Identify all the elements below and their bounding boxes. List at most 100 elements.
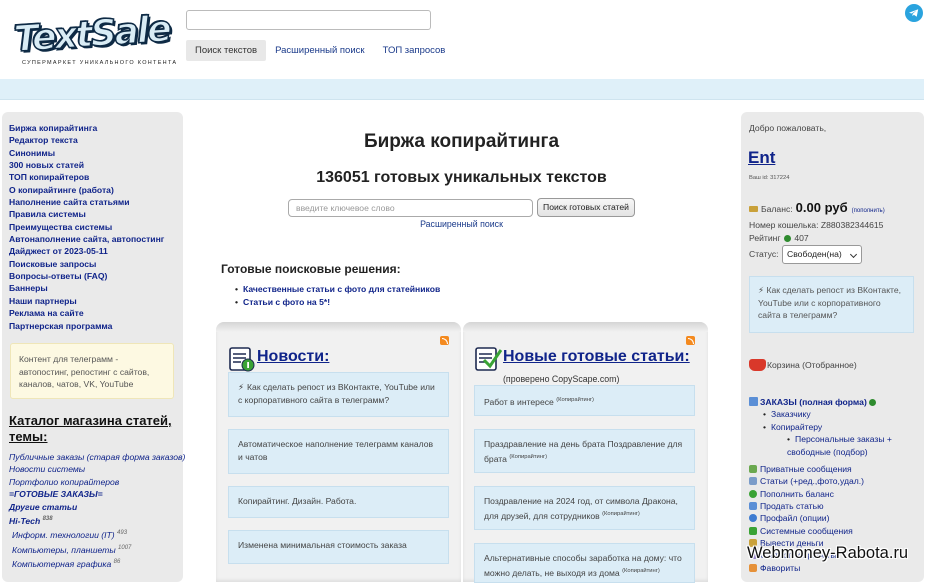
account-menu-item[interactable]: Системные сообщения	[749, 525, 864, 537]
left-menu-item[interactable]: Вопросы-ответы (FAQ)	[9, 270, 164, 282]
catalog-item[interactable]: Hi-Tech 838	[9, 513, 181, 527]
nav-search-texts[interactable]: Поиск текстов	[186, 40, 267, 61]
account-menu-item[interactable]: Приватные сообщения	[749, 463, 864, 475]
status-select[interactable]: Свободен(на)	[782, 245, 862, 264]
page-title: Биржа копирайтинга	[363, 131, 560, 152]
left-menu-item[interactable]: О копирайтинге (работа)	[9, 184, 164, 196]
left-menu-item[interactable]: Синонимы	[9, 147, 164, 159]
account-menu-item[interactable]: Пополнить баланс	[749, 488, 864, 500]
telegram-promo-box[interactable]: Контент для телеграмм - автопостинг, реп…	[10, 343, 174, 399]
balance-value: 0.00 руб	[795, 200, 848, 215]
article-card[interactable]: Альтернативные способы заработка на дому…	[474, 543, 695, 583]
rss-icon[interactable]	[440, 336, 449, 345]
menu-label: Пополнить баланс	[760, 488, 834, 499]
orders-link[interactable]: ЗАКАЗЫ (полная форма)	[749, 397, 877, 407]
watermark: Webmoney-Rabota.ru	[747, 544, 909, 562]
news-card[interactable]: Копирайтинг. Дизайн. Работа.	[228, 486, 449, 518]
left-menu-item[interactable]: Реклама на сайте	[9, 307, 164, 319]
left-menu-item[interactable]: Редактор текста	[9, 134, 164, 146]
advanced-search-link[interactable]: Расширенный поиск	[288, 219, 635, 229]
menu-label: Системные сообщения	[760, 525, 853, 536]
money-icon	[749, 489, 757, 498]
catalog-item-count: 86	[113, 558, 121, 565]
ready-solutions-title: Готовые поисковые решения:	[221, 262, 401, 276]
ready-solution-item[interactable]: Статьи с фото на 5*!	[235, 296, 440, 309]
page-subtitle: 136051 готовых уникальных текстов	[316, 169, 607, 186]
news-card[interactable]: ⚡ Как сделать репост из ВКонтакте, YouTub…	[228, 372, 449, 417]
catalog-item-count: 493	[117, 530, 128, 537]
account-menu-item[interactable]: Продать статью	[749, 500, 864, 512]
articles-title[interactable]: Новые готовые статьи:	[503, 348, 690, 366]
left-menu-item[interactable]: Наполнение сайта статьями	[9, 196, 164, 208]
account-menu-item[interactable]: Фавориты	[749, 562, 864, 574]
catalog-item-label: Компьютеры, планшеты	[12, 544, 116, 555]
orders-copywriter-link[interactable]: Копирайтеру	[763, 421, 822, 434]
site-logo[interactable]: TextSale СУПЕРМАРКЕТ УНИКАЛЬНОГО КОНТЕНТ…	[12, 8, 176, 72]
menu-label: Продать статью	[760, 501, 824, 512]
catalog-item[interactable]: Компьютеры, планшеты 1007	[9, 542, 181, 556]
left-menu-item[interactable]: Автонаполнение сайта, автопостинг	[9, 233, 164, 245]
system-messages-icon	[749, 526, 757, 535]
orders-sublist: Заказчику Копирайтеру	[763, 408, 822, 433]
news-card-text: Как сделать репост из ВКонтакте, YouTube…	[238, 382, 435, 405]
orders-sub-sublist: Персональные заказы + свободные (подбор)	[787, 433, 917, 458]
left-menu-item[interactable]: ТОП копирайтеров	[9, 171, 164, 183]
ready-solution-item[interactable]: Качественные статьи с фото для статейник…	[235, 283, 440, 296]
catalog-item[interactable]: Компьютерная графика 86	[9, 556, 181, 570]
balance-row: Баланс: 0.00 руб (пополнить)	[749, 200, 885, 215]
catalog-item[interactable]: Публичные заказы (старая форма заказов)	[9, 451, 185, 463]
news-title[interactable]: Новости:	[257, 348, 329, 366]
nav-top-queries[interactable]: ТОП запросов	[374, 40, 455, 61]
news-card[interactable]: Изменена минимальная стоимость заказа	[228, 530, 449, 564]
menu-label: Статьи (+ред.,фото,удал.)	[760, 476, 865, 487]
catalog-item[interactable]: Другие статьи	[9, 501, 181, 513]
left-menu-item[interactable]: Поисковые запросы	[9, 258, 164, 270]
catalog-item[interactable]: Портфолио копирайтеров	[9, 476, 181, 488]
repost-promo-box[interactable]: ⚡ Как сделать репост из ВКонтакте, YouTu…	[749, 276, 914, 333]
username-link[interactable]: Ent	[748, 148, 775, 168]
articles-icon	[749, 477, 757, 486]
article-card[interactable]: Поздравление на 2024 год, от символа Дра…	[474, 486, 695, 530]
news-card[interactable]: Автоматическое наполнение телеграмм кана…	[228, 429, 449, 474]
telegram-icon[interactable]	[905, 4, 923, 22]
profile-icon	[749, 514, 757, 523]
panel-header-strip	[463, 322, 708, 332]
rating-row: Рейтинг 407	[749, 233, 809, 243]
article-card[interactable]: Праздравление на день брата Поздравление…	[474, 429, 695, 473]
article-card[interactable]: Работ в интересе (Копирайтинг)	[474, 385, 695, 416]
article-tag: (Копирайтинг)	[602, 510, 640, 517]
status-label: Статус:	[749, 249, 779, 259]
wallet-number: Номер кошелька: Z880382344615	[749, 220, 884, 230]
nav-advanced-search[interactable]: Расширенный поиск	[266, 40, 373, 61]
rss-icon[interactable]	[686, 336, 695, 345]
article-card-text: Альтернативные способы заработка на дому…	[484, 553, 682, 578]
catalog-item-label: Hi-Tech	[9, 515, 41, 526]
article-tag: (Копирайтинг)	[556, 397, 594, 403]
header-nav: Поиск текстов Расширенный поиск ТОП запр…	[186, 40, 454, 61]
panel-header-strip	[216, 322, 461, 332]
left-menu-item[interactable]: Биржа копирайтинга	[9, 122, 164, 134]
catalog-item[interactable]: Информ. технологии (IT) 493	[9, 527, 181, 541]
news-card-text: Изменена минимальная стоимость заказа	[238, 540, 407, 550]
news-card-text: Копирайтинг. Дизайн. Работа.	[238, 496, 357, 506]
catalog-item[interactable]: Новости системы	[9, 463, 181, 475]
left-menu-item[interactable]: Наши партнеры	[9, 295, 164, 307]
orders-customer-link[interactable]: Заказчику	[763, 408, 822, 421]
account-menu-item[interactable]: Профайл (опции)	[749, 512, 864, 524]
keyword-search-input[interactable]: введите ключевое слово	[288, 199, 533, 217]
header-search-input[interactable]	[186, 10, 431, 30]
left-menu-item[interactable]: Партнерская программа	[9, 320, 164, 332]
left-menu-item[interactable]: 300 новых статей	[9, 159, 164, 171]
search-articles-button[interactable]: Поиск готовых статей	[537, 198, 635, 217]
left-menu-item[interactable]: Баннеры	[9, 282, 164, 294]
left-menu: Биржа копирайтинга Редактор текста Синон…	[9, 122, 164, 332]
personal-orders-link[interactable]: Персональные заказы + свободные (подбор)	[787, 433, 917, 458]
catalog-item[interactable]: =ГОТОВЫЕ ЗАКАЗЫ=	[9, 488, 181, 500]
account-menu-item[interactable]: Статьи (+ред.,фото,удал.)	[749, 475, 864, 487]
basket-icon	[749, 359, 766, 371]
left-menu-item[interactable]: Дайджест от 2023-05-11	[9, 245, 164, 257]
left-menu-item[interactable]: Правила системы	[9, 208, 164, 220]
left-menu-item[interactable]: Преимущества системы	[9, 221, 164, 233]
cart-link[interactable]: Корзина (Отобранное)	[749, 359, 857, 371]
refill-link[interactable]: (пополнить)	[852, 208, 885, 214]
